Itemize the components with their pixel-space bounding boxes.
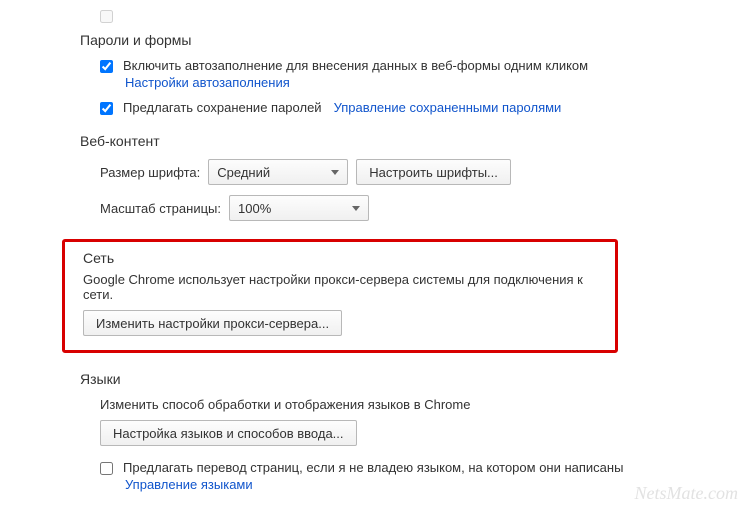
checkbox-save-passwords[interactable] (100, 102, 113, 115)
change-proxy-button[interactable]: Изменить настройки прокси-сервера... (83, 310, 342, 336)
languages-info-text: Изменить способ обработки и отображения … (100, 397, 748, 412)
chevron-down-icon (352, 206, 360, 211)
checkbox-translate[interactable] (100, 462, 113, 475)
font-size-value: Средний (217, 165, 270, 180)
translate-label: Предлагать перевод страниц, если я не вл… (123, 460, 623, 475)
font-size-select[interactable]: Средний (208, 159, 348, 185)
zoom-value: 100% (238, 201, 271, 216)
section-passwords-forms: Пароли и формы Включить автозаполнение д… (80, 32, 748, 115)
section-title-network: Сеть (83, 250, 597, 266)
manage-languages-link[interactable]: Управление языками (125, 477, 623, 492)
autofill-label: Включить автозаполнение для внесения дан… (123, 58, 588, 73)
section-languages: Языки Изменить способ обработки и отобра… (80, 371, 748, 492)
zoom-select[interactable]: 100% (229, 195, 369, 221)
chevron-down-icon (331, 170, 339, 175)
zoom-label: Масштаб страницы: (100, 201, 221, 216)
network-info-text: Google Chrome использует настройки прокс… (83, 272, 597, 302)
manage-passwords-link[interactable]: Управление сохраненными паролями (334, 100, 562, 115)
section-title-web-content: Веб-контент (80, 133, 748, 149)
truncated-checkbox[interactable] (100, 10, 113, 23)
section-title-passwords: Пароли и формы (80, 32, 748, 48)
autofill-settings-link[interactable]: Настройки автозаполнения (125, 75, 588, 90)
save-passwords-label: Предлагать сохранение паролей (123, 100, 322, 115)
section-network: Сеть Google Chrome использует настройки … (62, 239, 618, 353)
font-size-label: Размер шрифта: (100, 165, 200, 180)
section-web-content: Веб-контент Размер шрифта: Средний Настр… (80, 133, 748, 221)
customize-fonts-button[interactable]: Настроить шрифты... (356, 159, 511, 185)
language-input-settings-button[interactable]: Настройка языков и способов ввода... (100, 420, 357, 446)
section-title-languages: Языки (80, 371, 748, 387)
checkbox-autofill[interactable] (100, 60, 113, 73)
